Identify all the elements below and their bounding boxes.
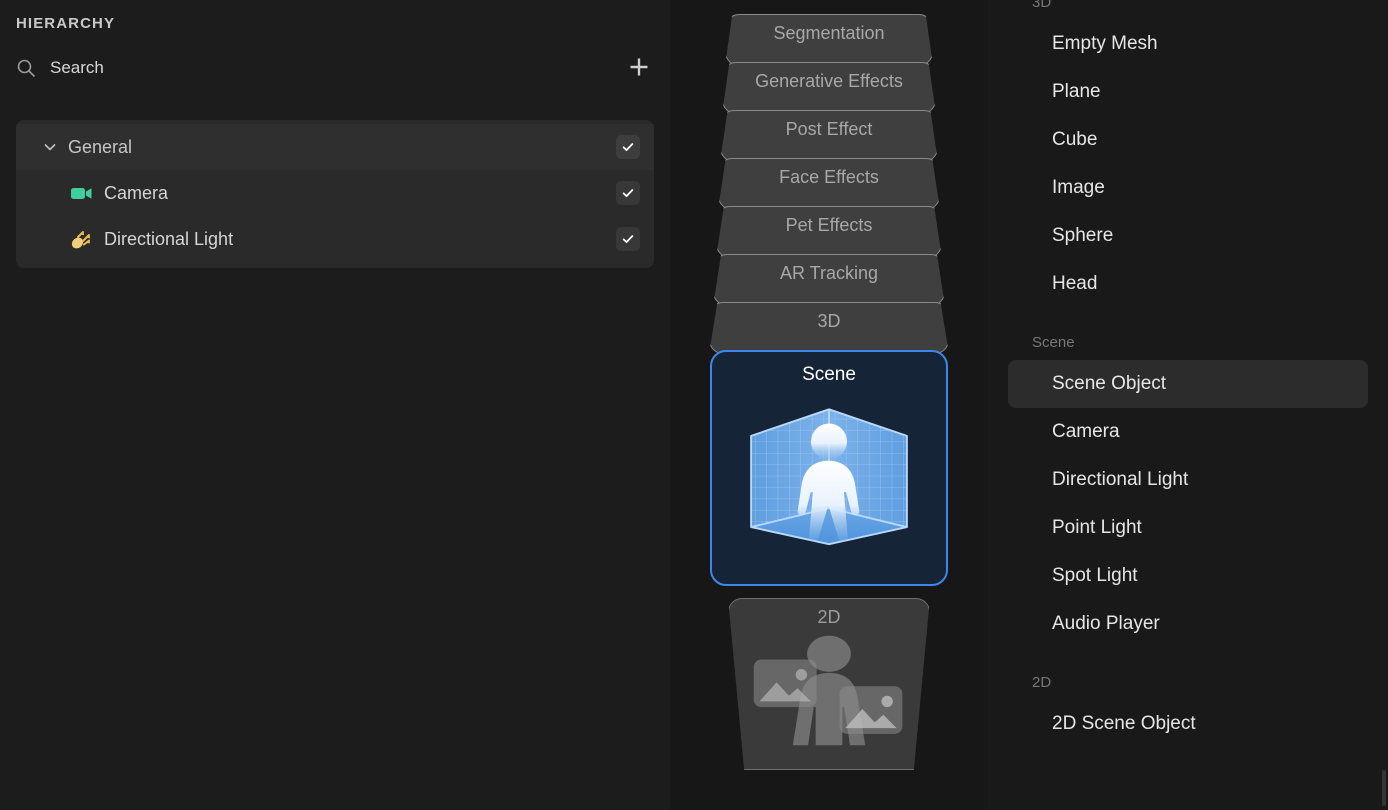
- menu-item-point-light[interactable]: Point Light: [1008, 504, 1368, 552]
- camera-icon: [68, 180, 94, 206]
- menu-item-audio-player[interactable]: Audio Player: [1008, 600, 1368, 648]
- category-card-label: Generative Effects: [755, 71, 903, 91]
- tree-row-label: General: [68, 136, 133, 157]
- category-card-label: Post Effect: [785, 119, 873, 139]
- category-card-label: Face Effects: [779, 167, 879, 187]
- menu-item-empty-mesh[interactable]: Empty Mesh: [1008, 20, 1368, 68]
- search-row: [16, 53, 654, 83]
- menu-item-cube[interactable]: Cube: [1008, 116, 1368, 164]
- category-card-post-effect[interactable]: Post Effect: [720, 110, 938, 162]
- menu-scrollbar[interactable]: [1382, 770, 1386, 806]
- category-card-label: 3D: [817, 311, 841, 331]
- menu-item-directional-light[interactable]: Directional Light: [1008, 456, 1368, 504]
- category-card-scene[interactable]: Scene: [710, 350, 948, 586]
- category-card-face-effects[interactable]: Face Effects: [718, 158, 940, 210]
- category-card-label: Scene: [802, 364, 856, 385]
- 2d-person-images-icon: [748, 632, 910, 753]
- menu-item-sphere[interactable]: Sphere: [1008, 212, 1368, 260]
- tree-row-label: Directional Light: [104, 228, 234, 249]
- menu-section-title-2d: 2D: [1032, 674, 1052, 691]
- category-card-stack: Segmentation Generative Effects Post Eff…: [670, 0, 988, 810]
- hierarchy-panel: HIERARCHY Search General Camera Directio…: [0, 0, 670, 810]
- plus-icon: [628, 56, 650, 81]
- menu-item-2d-scene-object[interactable]: 2D Scene Object: [1008, 700, 1368, 748]
- category-card-label: AR Tracking: [779, 263, 879, 283]
- visibility-checkbox[interactable]: [616, 135, 640, 159]
- tree-row[interactable]: Directional Light: [16, 216, 654, 262]
- category-card-segmentation[interactable]: Segmentation: [725, 14, 933, 66]
- add-object-button[interactable]: [624, 53, 654, 83]
- visibility-checkbox[interactable]: [616, 181, 640, 205]
- menu-spacer: [988, 308, 1388, 326]
- menu-item-plane[interactable]: Plane: [1008, 68, 1368, 116]
- menu-section-title-3d: 3D: [1032, 0, 1052, 11]
- hierarchy-tree: General Camera Directional Light: [16, 120, 654, 268]
- tree-row[interactable]: Camera: [16, 170, 654, 216]
- menu-item-scene-object[interactable]: Scene Object: [1008, 360, 1368, 408]
- app-root: HIERARCHY Search General Camera Directio…: [0, 0, 1388, 810]
- category-card-label: Segmentation: [773, 23, 885, 43]
- visibility-checkbox[interactable]: [616, 227, 640, 251]
- menu-item-camera[interactable]: Camera: [1008, 408, 1368, 456]
- menu-section-title-scene: Scene: [1032, 334, 1075, 351]
- category-card-2d[interactable]: 2D: [728, 598, 930, 770]
- menu-list: 3D Empty Mesh Plane Cube Image Sphere He…: [988, 0, 1388, 748]
- category-card-label: 2D: [817, 607, 841, 627]
- directional-light-icon: [68, 226, 94, 252]
- category-card-label: Pet Effects: [785, 215, 873, 235]
- search-icon: [16, 58, 36, 78]
- page-title: HIERARCHY: [16, 15, 116, 32]
- menu-spacer: [988, 648, 1388, 666]
- search-input[interactable]: [50, 55, 624, 81]
- category-card-pet-effects[interactable]: Pet Effects: [716, 206, 942, 258]
- tree-row-label: Camera: [104, 182, 169, 203]
- menu-item-spot-light[interactable]: Spot Light: [1008, 552, 1368, 600]
- category-card-3d[interactable]: 3D: [709, 302, 949, 354]
- category-card-ar-tracking[interactable]: AR Tracking: [713, 254, 945, 306]
- chevron-down-icon[interactable]: [42, 139, 58, 155]
- menu-item-head[interactable]: Head: [1008, 260, 1368, 308]
- scene-room-person-icon: [740, 396, 918, 553]
- add-object-menu: 3D Empty Mesh Plane Cube Image Sphere He…: [988, 0, 1388, 810]
- category-card-generative-effects[interactable]: Generative Effects: [722, 62, 936, 114]
- menu-item-image[interactable]: Image: [1008, 164, 1368, 212]
- tree-row[interactable]: General: [16, 124, 654, 170]
